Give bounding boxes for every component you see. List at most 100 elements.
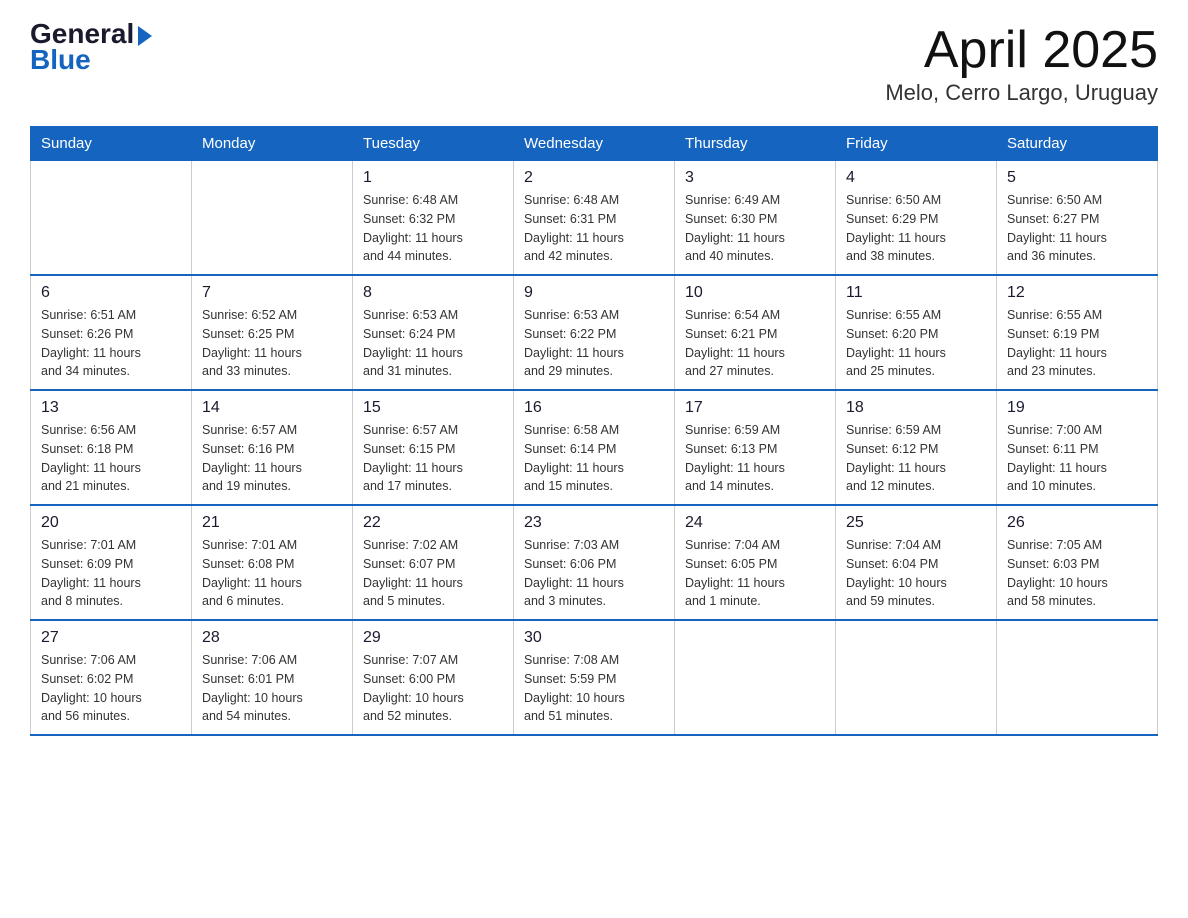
calendar-cell: 20 Sunrise: 7:01 AM Sunset: 6:09 PM Dayli… <box>31 505 192 620</box>
page-title: April 2025 <box>885 20 1158 80</box>
title-block: April 2025 Melo, Cerro Largo, Uruguay <box>885 20 1158 106</box>
day-info: Sunrise: 6:48 AM Sunset: 6:32 PM Dayligh… <box>363 191 503 266</box>
logo: General Blue <box>30 20 152 74</box>
day-info: Sunrise: 6:54 AM Sunset: 6:21 PM Dayligh… <box>685 306 825 381</box>
day-number: 15 <box>363 399 503 417</box>
day-info: Sunrise: 6:53 AM Sunset: 6:22 PM Dayligh… <box>524 306 664 381</box>
calendar-cell: 29 Sunrise: 7:07 AM Sunset: 6:00 PM Dayli… <box>353 620 514 735</box>
day-info: Sunrise: 6:53 AM Sunset: 6:24 PM Dayligh… <box>363 306 503 381</box>
day-number: 17 <box>685 399 825 417</box>
calendar-cell: 21Sunrise: 7:01 AM Sunset: 6:08 PM Dayli… <box>192 505 353 620</box>
day-number: 20 <box>41 514 181 532</box>
day-info: Sunrise: 7:02 AM Sunset: 6:07 PM Dayligh… <box>363 536 503 611</box>
day-number: 30 <box>524 629 664 647</box>
calendar-cell: 24 Sunrise: 7:04 AM Sunset: 6:05 PM Dayli… <box>675 505 836 620</box>
day-number: 4 <box>846 169 986 187</box>
logo-arrow-icon <box>138 26 152 46</box>
calendar-cell: 25 Sunrise: 7:04 AM Sunset: 6:04 PM Dayli… <box>836 505 997 620</box>
day-number: 16 <box>524 399 664 417</box>
col-saturday: Saturday <box>997 127 1158 161</box>
day-info: Sunrise: 7:00 AM Sunset: 6:11 PM Dayligh… <box>1007 421 1147 496</box>
day-number: 5 <box>1007 169 1147 187</box>
calendar-cell: 7 Sunrise: 6:52 AM Sunset: 6:25 PM Daylig… <box>192 275 353 390</box>
calendar-header-row: Sunday Monday Tuesday Wednesday Thursday… <box>31 127 1158 161</box>
day-info: Sunrise: 7:04 AM Sunset: 6:04 PM Dayligh… <box>846 536 986 611</box>
day-info: Sunrise: 6:49 AM Sunset: 6:30 PM Dayligh… <box>685 191 825 266</box>
calendar-cell: 15 Sunrise: 6:57 AM Sunset: 6:15 PM Dayli… <box>353 390 514 505</box>
day-number: 6 <box>41 284 181 302</box>
calendar-cell: 1 Sunrise: 6:48 AM Sunset: 6:32 PM Daylig… <box>353 161 514 276</box>
day-info: Sunrise: 6:59 AM Sunset: 6:12 PM Dayligh… <box>846 421 986 496</box>
calendar-cell: 23 Sunrise: 7:03 AM Sunset: 6:06 PM Dayli… <box>514 505 675 620</box>
day-number: 26 <box>1007 514 1147 532</box>
calendar-cell: 14 Sunrise: 6:57 AM Sunset: 6:16 PM Dayli… <box>192 390 353 505</box>
col-friday: Friday <box>836 127 997 161</box>
col-sunday: Sunday <box>31 127 192 161</box>
day-number: 14 <box>202 399 342 417</box>
day-info: Sunrise: 6:55 AM Sunset: 6:19 PM Dayligh… <box>1007 306 1147 381</box>
calendar-cell: 17 Sunrise: 6:59 AM Sunset: 6:13 PM Dayli… <box>675 390 836 505</box>
day-info: Sunrise: 7:06 AM Sunset: 6:01 PM Dayligh… <box>202 651 342 726</box>
col-thursday: Thursday <box>675 127 836 161</box>
calendar-cell: 13Sunrise: 6:56 AM Sunset: 6:18 PM Dayli… <box>31 390 192 505</box>
calendar-cell: 3 Sunrise: 6:49 AM Sunset: 6:30 PM Daylig… <box>675 161 836 276</box>
day-number: 7 <box>202 284 342 302</box>
calendar-table: Sunday Monday Tuesday Wednesday Thursday… <box>30 126 1158 736</box>
day-info: Sunrise: 6:57 AM Sunset: 6:15 PM Dayligh… <box>363 421 503 496</box>
week-row-2: 6 Sunrise: 6:51 AM Sunset: 6:26 PM Daylig… <box>31 275 1158 390</box>
day-number: 18 <box>846 399 986 417</box>
day-number: 23 <box>524 514 664 532</box>
calendar-cell: 8 Sunrise: 6:53 AM Sunset: 6:24 PM Daylig… <box>353 275 514 390</box>
day-number: 28 <box>202 629 342 647</box>
day-number: 24 <box>685 514 825 532</box>
day-number: 25 <box>846 514 986 532</box>
page-subtitle: Melo, Cerro Largo, Uruguay <box>885 80 1158 106</box>
logo-blue: Blue <box>30 46 91 74</box>
day-number: 29 <box>363 629 503 647</box>
calendar-cell <box>31 161 192 276</box>
day-info: Sunrise: 7:01 AM Sunset: 6:09 PM Dayligh… <box>41 536 181 611</box>
calendar-cell: 16Sunrise: 6:58 AM Sunset: 6:14 PM Dayli… <box>514 390 675 505</box>
day-info: Sunrise: 6:51 AM Sunset: 6:26 PM Dayligh… <box>41 306 181 381</box>
calendar-cell <box>836 620 997 735</box>
calendar-cell: 22 Sunrise: 7:02 AM Sunset: 6:07 PM Dayli… <box>353 505 514 620</box>
calendar-cell: 11Sunrise: 6:55 AM Sunset: 6:20 PM Dayli… <box>836 275 997 390</box>
week-row-3: 13Sunrise: 6:56 AM Sunset: 6:18 PM Dayli… <box>31 390 1158 505</box>
day-number: 22 <box>363 514 503 532</box>
calendar-cell: 10Sunrise: 6:54 AM Sunset: 6:21 PM Dayli… <box>675 275 836 390</box>
week-row-4: 20 Sunrise: 7:01 AM Sunset: 6:09 PM Dayli… <box>31 505 1158 620</box>
col-tuesday: Tuesday <box>353 127 514 161</box>
day-info: Sunrise: 7:03 AM Sunset: 6:06 PM Dayligh… <box>524 536 664 611</box>
day-info: Sunrise: 6:55 AM Sunset: 6:20 PM Dayligh… <box>846 306 986 381</box>
day-info: Sunrise: 6:52 AM Sunset: 6:25 PM Dayligh… <box>202 306 342 381</box>
day-info: Sunrise: 7:08 AM Sunset: 5:59 PM Dayligh… <box>524 651 664 726</box>
calendar-cell: 27 Sunrise: 7:06 AM Sunset: 6:02 PM Dayli… <box>31 620 192 735</box>
day-info: Sunrise: 7:06 AM Sunset: 6:02 PM Dayligh… <box>41 651 181 726</box>
calendar-cell: 5 Sunrise: 6:50 AM Sunset: 6:27 PM Daylig… <box>997 161 1158 276</box>
day-info: Sunrise: 7:04 AM Sunset: 6:05 PM Dayligh… <box>685 536 825 611</box>
day-number: 2 <box>524 169 664 187</box>
calendar-cell: 30 Sunrise: 7:08 AM Sunset: 5:59 PM Dayli… <box>514 620 675 735</box>
calendar-cell <box>997 620 1158 735</box>
calendar-cell: 4Sunrise: 6:50 AM Sunset: 6:29 PM Daylig… <box>836 161 997 276</box>
calendar-cell: 18 Sunrise: 6:59 AM Sunset: 6:12 PM Dayli… <box>836 390 997 505</box>
day-info: Sunrise: 6:50 AM Sunset: 6:27 PM Dayligh… <box>1007 191 1147 266</box>
day-number: 3 <box>685 169 825 187</box>
day-number: 21 <box>202 514 342 532</box>
day-info: Sunrise: 7:07 AM Sunset: 6:00 PM Dayligh… <box>363 651 503 726</box>
day-info: Sunrise: 6:56 AM Sunset: 6:18 PM Dayligh… <box>41 421 181 496</box>
day-info: Sunrise: 6:59 AM Sunset: 6:13 PM Dayligh… <box>685 421 825 496</box>
page-header: General Blue April 2025 Melo, Cerro Larg… <box>30 20 1158 106</box>
calendar-cell: 9 Sunrise: 6:53 AM Sunset: 6:22 PM Daylig… <box>514 275 675 390</box>
day-number: 9 <box>524 284 664 302</box>
day-number: 27 <box>41 629 181 647</box>
col-monday: Monday <box>192 127 353 161</box>
calendar-cell <box>675 620 836 735</box>
col-wednesday: Wednesday <box>514 127 675 161</box>
day-number: 1 <box>363 169 503 187</box>
day-info: Sunrise: 6:48 AM Sunset: 6:31 PM Dayligh… <box>524 191 664 266</box>
day-number: 8 <box>363 284 503 302</box>
calendar-cell: 2 Sunrise: 6:48 AM Sunset: 6:31 PM Daylig… <box>514 161 675 276</box>
calendar-cell: 26Sunrise: 7:05 AM Sunset: 6:03 PM Dayli… <box>997 505 1158 620</box>
day-info: Sunrise: 6:57 AM Sunset: 6:16 PM Dayligh… <box>202 421 342 496</box>
